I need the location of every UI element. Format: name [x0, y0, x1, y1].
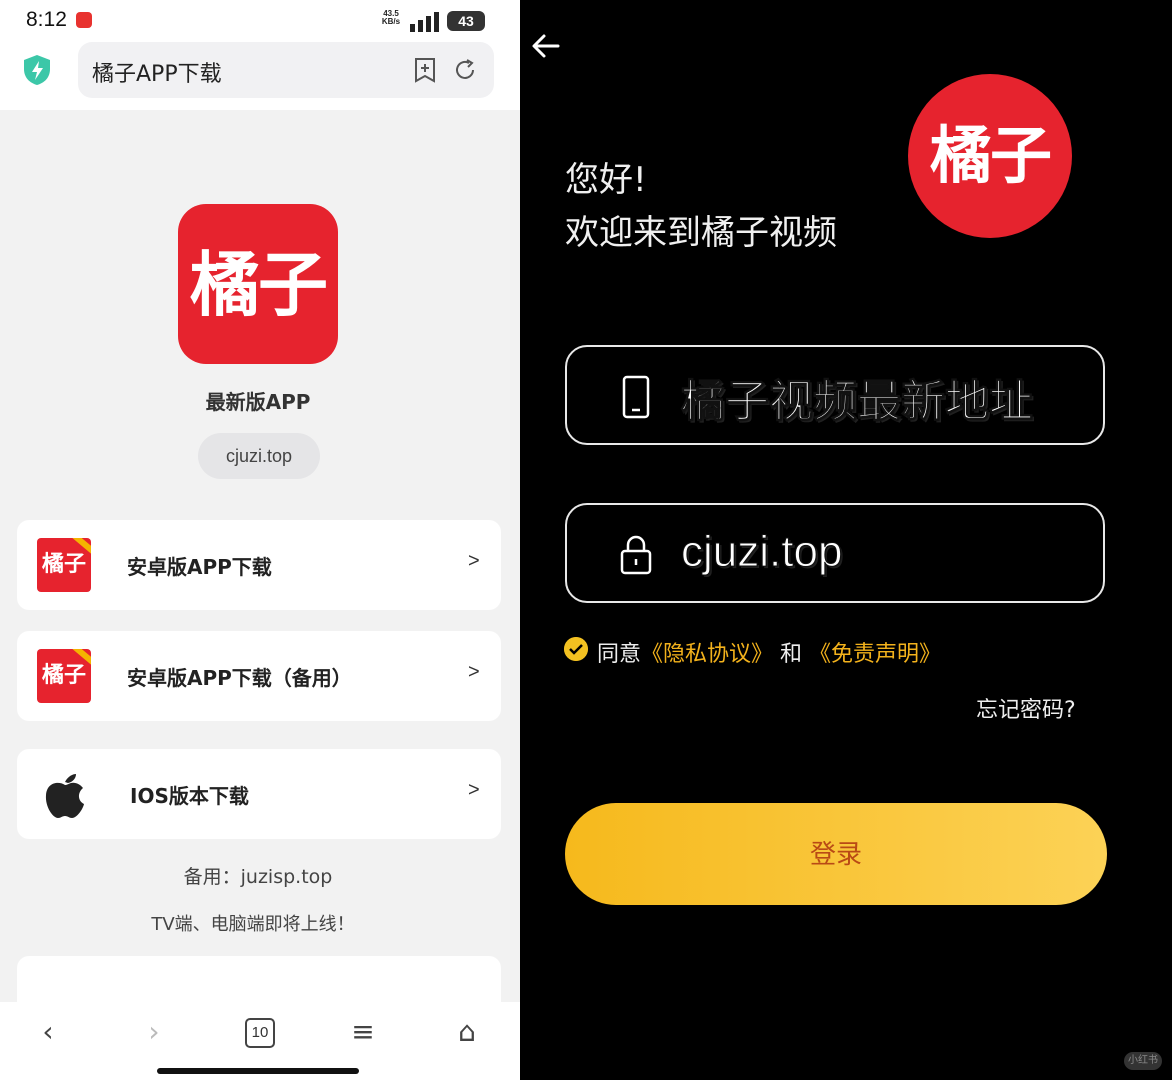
- disclaimer-link[interactable]: 《免责声明》: [809, 642, 941, 667]
- coming-soon-notice: TV端、电脑端即将上线！: [151, 914, 355, 935]
- phone-field[interactable]: 橘子视频最新地址: [565, 345, 1105, 445]
- home-indicator: [157, 1068, 359, 1074]
- forgot-password-link[interactable]: 忘记密码?: [976, 692, 1076, 724]
- download-label: 安卓版APP下载（备用）: [127, 666, 352, 690]
- ios-download-card[interactable]: IOS版本下载 >: [17, 749, 501, 839]
- privacy-policy-link[interactable]: 《隐私协议》: [641, 642, 773, 667]
- phone-field-value[interactable]: 橘子视频最新地址: [681, 365, 1034, 429]
- signal-icon: [410, 12, 439, 32]
- download-label: IOS版本下载: [130, 784, 249, 808]
- watermark: 小红书: [1124, 1052, 1162, 1070]
- phone-icon: [622, 375, 650, 419]
- app-title: 最新版APP: [205, 390, 311, 414]
- agree-prefix: 同意: [597, 642, 642, 667]
- login-button[interactable]: 登录: [565, 803, 1107, 905]
- menu-icon[interactable]: ≡: [343, 1014, 383, 1050]
- agree-and: 和: [780, 642, 803, 667]
- android-backup-download-card[interactable]: 橘子 安卓版APP下载（备用） >: [17, 631, 501, 721]
- battery-icon: 43: [447, 11, 485, 31]
- address-bar-text[interactable]: 橘子APP下载: [92, 56, 222, 88]
- add-bookmark-icon[interactable]: [413, 57, 437, 83]
- agree-checkbox[interactable]: [564, 637, 588, 661]
- download-label: 安卓版APP下载: [127, 555, 272, 579]
- status-time: 8:12: [26, 8, 67, 31]
- juzi-logo-icon: 橘子: [37, 538, 91, 592]
- refresh-icon[interactable]: [453, 58, 477, 82]
- greeting-hello: 您好!: [565, 160, 647, 200]
- domain-pill[interactable]: cjuzi.top: [198, 433, 320, 479]
- shield-icon[interactable]: [22, 54, 52, 86]
- lock-icon: [620, 535, 652, 575]
- chevron-right-icon: >: [468, 661, 480, 683]
- password-field[interactable]: cjuzi.top: [565, 503, 1105, 603]
- network-speed: 43.5 KB/s: [381, 9, 401, 26]
- chevron-right-icon: >: [468, 779, 480, 801]
- greeting-welcome: 欢迎来到橘子视频: [565, 213, 837, 253]
- apple-icon: [45, 774, 84, 818]
- password-field-value[interactable]: cjuzi.top: [680, 527, 842, 577]
- tabs-icon[interactable]: 10: [245, 1018, 275, 1048]
- backup-domain-text: 备用：juzisp.top: [183, 866, 333, 888]
- app-logo: 橘子: [178, 204, 338, 364]
- chevron-right-icon: >: [468, 550, 480, 572]
- notification-icon: [76, 12, 92, 28]
- home-icon[interactable]: ⌂: [447, 1014, 487, 1050]
- back-arrow-icon[interactable]: [530, 30, 562, 62]
- juzi-logo-icon: 橘子: [37, 649, 91, 703]
- forward-icon[interactable]: ›: [134, 1014, 174, 1050]
- android-download-card[interactable]: 橘子 安卓版APP下载 >: [17, 520, 501, 610]
- app-logo-badge: 橘子: [908, 74, 1072, 238]
- back-icon[interactable]: ‹: [28, 1014, 68, 1050]
- agreement-text: 同意《隐私协议》 和 《免责声明》: [597, 636, 941, 668]
